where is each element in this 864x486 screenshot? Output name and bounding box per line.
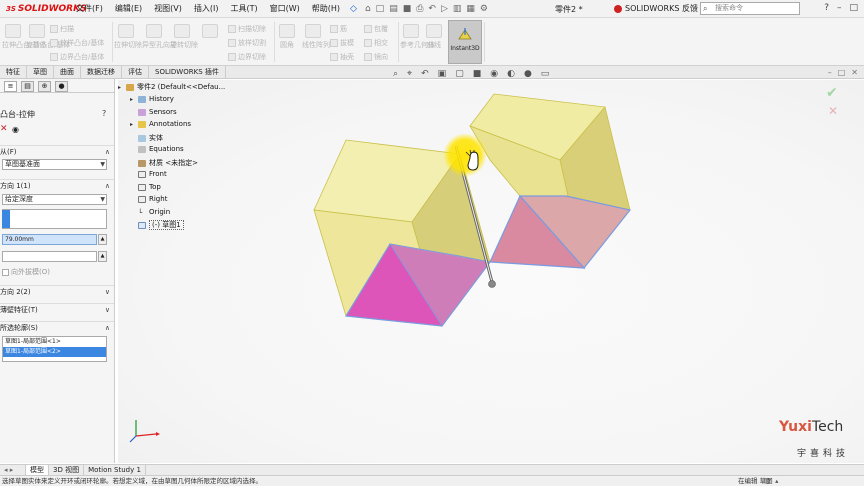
rebuild-status-icon[interactable]: ▴ [775, 476, 778, 486]
reference-triad-icon [129, 420, 160, 443]
yuxitech-watermark-cn: 宇喜科技 [797, 449, 850, 459]
cursor-highlight [443, 133, 487, 177]
model-view-tabs: ◂ ▸ 模型 3D 视图 Motion Study 1 [0, 464, 864, 475]
extrude-preview-model[interactable] [0, 0, 864, 486]
status-message: 选择草图实体来定义开环或闭环轮廓。若想定义域，在由草图几何体所限定的区域内选择。 [2, 477, 262, 485]
status-bar: 选择草图实体来定义开环或闭环轮廓。若想定义域，在由草图几何体所限定的区域内选择。… [0, 475, 864, 486]
right-extrude-body[interactable] [469, 93, 632, 270]
tab-3d-views[interactable]: 3D 视图 [49, 465, 85, 475]
tab-navigation-arrows[interactable]: ◂ ▸ [0, 465, 26, 475]
units-icon[interactable]: ▤ [764, 476, 770, 486]
tab-motion-study-1[interactable]: Motion Study 1 [84, 465, 146, 475]
yuxitech-watermark-logo: YuxiTech [779, 419, 844, 435]
tab-model[interactable]: 模型 [26, 465, 49, 475]
